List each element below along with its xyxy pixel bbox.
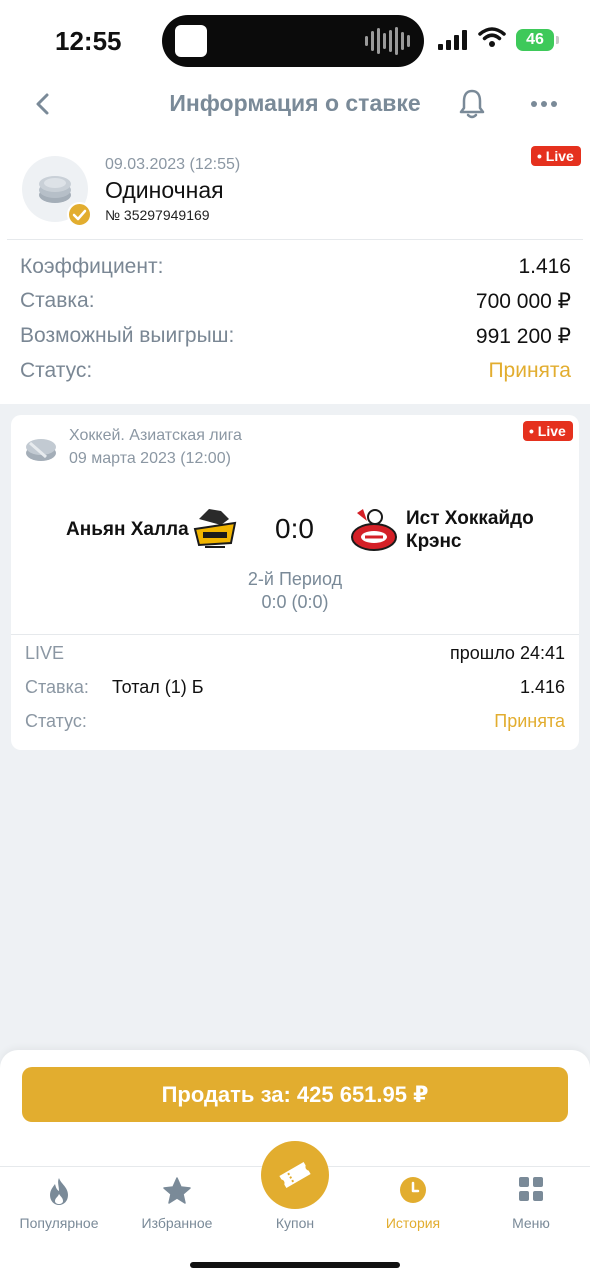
stake-row: Ставка: 700 000 ₽ bbox=[20, 289, 571, 317]
team-away-logo bbox=[349, 505, 399, 558]
team-away-name: Ист Хоккайдо Крэнс bbox=[406, 508, 534, 552]
more-dots-icon bbox=[531, 101, 557, 107]
stake-detail-label: Ставка: bbox=[25, 677, 89, 697]
odds-row: Коэффициент: 1.416 bbox=[20, 255, 571, 283]
tab-popular[interactable]: Популярное bbox=[0, 1170, 118, 1240]
status-label: Статус: bbox=[20, 359, 93, 382]
tab-menu[interactable]: Меню bbox=[472, 1170, 590, 1240]
grid-icon bbox=[472, 1176, 590, 1207]
odds-value: 1.416 bbox=[518, 255, 571, 278]
tab-label: История bbox=[385, 1215, 441, 1231]
clock-icon bbox=[354, 1176, 472, 1209]
wifi-icon bbox=[478, 26, 506, 53]
event-league: Хоккей. Азиатская лига bbox=[69, 427, 242, 444]
status-row: Статус: Принята bbox=[20, 359, 571, 387]
tab-label: Избранное bbox=[141, 1215, 213, 1231]
event-status-label: Статус: bbox=[25, 711, 87, 731]
tab-label: Популярное bbox=[19, 1215, 99, 1231]
battery-indicator: 46 bbox=[516, 29, 554, 51]
tab-label: Меню bbox=[512, 1215, 550, 1231]
tab-label: Купон bbox=[275, 1215, 315, 1231]
top-navigation: Информация о ставке bbox=[0, 80, 590, 140]
ticket-icon bbox=[279, 1161, 311, 1189]
tab-history[interactable]: История bbox=[354, 1170, 472, 1240]
audio-wave-icon bbox=[365, 27, 410, 55]
live-label: LIVE bbox=[25, 643, 65, 663]
page-title: Информация о ставке bbox=[169, 90, 421, 116]
stake-odds: 1.416 bbox=[519, 677, 565, 697]
stake-label: Ставка: bbox=[20, 289, 95, 312]
live-row: LIVE прошло 24:41 bbox=[25, 643, 565, 667]
coins-icon bbox=[39, 176, 71, 203]
possible-win-value: 991 200 ₽ bbox=[475, 325, 571, 348]
check-icon bbox=[67, 202, 92, 227]
signal-icon bbox=[438, 30, 467, 50]
flame-icon bbox=[0, 1176, 118, 1211]
bet-type: Одиночная bbox=[105, 177, 224, 203]
bell-icon bbox=[459, 89, 485, 119]
notifications-button[interactable] bbox=[457, 88, 487, 125]
status-value: Принята bbox=[488, 359, 571, 382]
bet-summary: 09.03.2023 (12:55) Одиночная № 352979491… bbox=[0, 140, 590, 404]
star-icon bbox=[118, 1176, 236, 1211]
event-live-badge: • Live bbox=[523, 421, 573, 441]
team-home-name: Аньян Халла bbox=[66, 519, 189, 540]
possible-win-row: Возможный выигрыш: 991 200 ₽ bbox=[20, 324, 571, 352]
battery-tip bbox=[556, 36, 559, 44]
period-score: 0:0 (0:0) bbox=[261, 592, 329, 612]
team-home-logo bbox=[191, 505, 239, 558]
stake-market: Тотал (1) Б bbox=[112, 677, 204, 697]
event-card[interactable]: Хоккей. Азиатская лига 09 марта 2023 (12… bbox=[11, 415, 579, 750]
bet-date: 09.03.2023 (12:55) bbox=[105, 156, 241, 173]
status-time: 12:55 bbox=[55, 26, 122, 56]
stake-value: 700 000 ₽ bbox=[475, 290, 571, 313]
odds-label: Коэффициент: bbox=[20, 255, 164, 278]
divider bbox=[11, 634, 579, 635]
hockey-puck-icon bbox=[24, 431, 58, 470]
live-badge: • Live bbox=[531, 146, 581, 166]
dynamic-island bbox=[162, 15, 424, 67]
possible-win-label: Возможный выигрыш: bbox=[20, 324, 235, 347]
sell-button[interactable]: Продать за: 425 651.95 ₽ bbox=[22, 1067, 568, 1122]
elapsed-time: прошло 24:41 bbox=[450, 643, 565, 663]
match-score: 0:0 bbox=[275, 513, 314, 544]
tab-favorites[interactable]: Избранное bbox=[118, 1170, 236, 1240]
more-button[interactable] bbox=[531, 92, 557, 121]
event-date: 09 марта 2023 (12:00) bbox=[69, 450, 231, 467]
home-indicator[interactable] bbox=[190, 1262, 400, 1268]
island-app-icon bbox=[175, 25, 207, 57]
event-status-value: Принята bbox=[494, 711, 565, 731]
event-status-row: Статус: Принята bbox=[25, 711, 565, 735]
stake-detail-row: Ставка: Тотал (1) Б 1.416 bbox=[25, 677, 565, 701]
period-label: 2-й Период bbox=[247, 569, 343, 589]
coupon-button[interactable] bbox=[261, 1141, 329, 1209]
bet-number: № 35297949169 bbox=[105, 207, 210, 223]
status-bar: 12:55 46 bbox=[0, 0, 590, 80]
divider bbox=[7, 239, 583, 240]
